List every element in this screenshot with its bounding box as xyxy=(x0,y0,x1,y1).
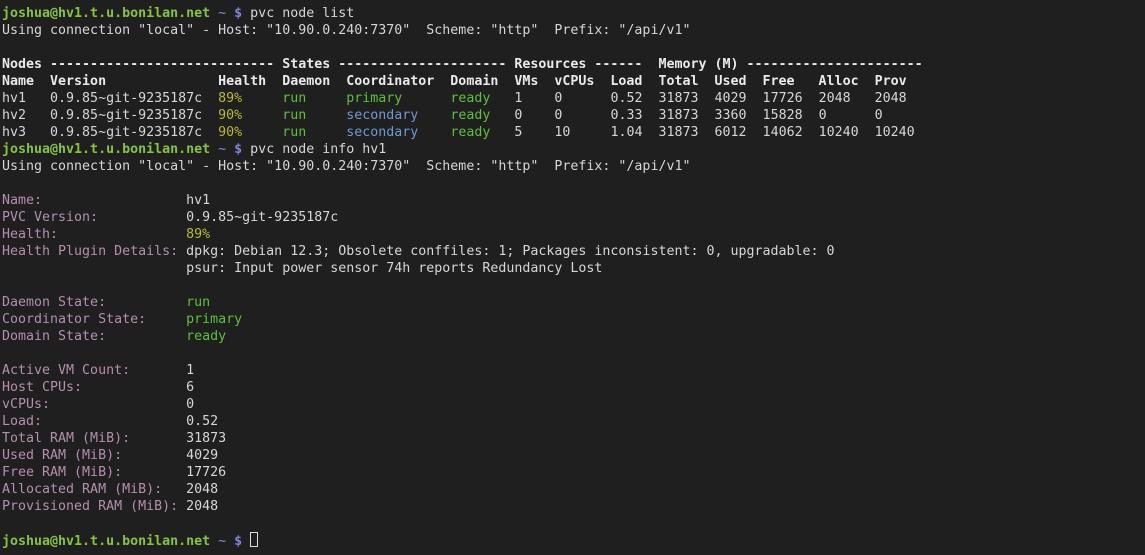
daemon-state: run xyxy=(242,108,306,123)
info-value: 1 xyxy=(186,363,194,378)
connection-status-line: Using connection "local" - Host: "10.90.… xyxy=(2,23,690,38)
coordinator-state: secondary xyxy=(306,125,418,140)
health-value: 89% xyxy=(218,91,242,106)
prompt-cwd: ~ xyxy=(210,142,226,157)
node-name-version: hv3 0.9.85~git-9235187c xyxy=(2,125,218,140)
info-value: 6 xyxy=(186,380,194,395)
info-label: Daemon State: xyxy=(2,295,186,310)
info-label: Coordinator State: xyxy=(2,312,186,327)
info-value-continuation: psur: Input power sensor 74h reports Red… xyxy=(2,261,602,276)
info-value: 2048 xyxy=(186,499,218,514)
prompt-user-host: joshua@hv1.t.u.bonilan.net xyxy=(2,6,210,21)
info-label: Active VM Count: xyxy=(2,363,186,378)
prompt-symbol: $ xyxy=(226,6,242,21)
info-label: Host CPUs: xyxy=(2,380,186,395)
info-value: 89% xyxy=(186,227,210,242)
prompt-cwd: ~ xyxy=(210,6,226,21)
prompt-space xyxy=(242,534,250,549)
table-column-header: Name Version Health Daemon Coordinator D… xyxy=(2,74,907,89)
info-value: 0.52 xyxy=(186,414,218,429)
command-pvc-node-info: pvc node info hv1 xyxy=(242,142,386,157)
info-value: 4029 xyxy=(186,448,218,463)
coordinator-state: primary xyxy=(306,91,402,106)
info-label: Domain State: xyxy=(2,329,186,344)
info-label: PVC Version: xyxy=(2,210,186,225)
command-pvc-node-list: pvc node list xyxy=(242,6,354,21)
info-value: 17726 xyxy=(186,465,226,480)
terminal-output: joshua@hv1.t.u.bonilan.net ~ $ pvc node … xyxy=(0,0,1145,550)
info-value: 0.9.85~git-9235187c xyxy=(186,210,338,225)
table-group-header: Nodes ---------------------------- State… xyxy=(2,57,923,72)
domain-state: ready xyxy=(418,108,490,123)
coordinator-state: secondary xyxy=(306,108,418,123)
prompt-user-host: joshua@hv1.t.u.bonilan.net xyxy=(2,534,210,549)
resource-values: 5 10 1.04 31873 6012 14062 10240 10240 xyxy=(490,125,914,140)
info-value: run xyxy=(186,295,210,310)
connection-status-line: Using connection "local" - Host: "10.90.… xyxy=(2,159,690,174)
resource-values: 0 0 0.33 31873 3360 15828 0 0 xyxy=(490,108,882,123)
info-value: primary xyxy=(186,312,242,327)
info-label: Provisioned RAM (MiB): xyxy=(2,499,186,514)
info-label: Free RAM (MiB): xyxy=(2,465,186,480)
info-label: Health: xyxy=(2,227,186,242)
node-name-version: hv1 0.9.85~git-9235187c xyxy=(2,91,218,106)
domain-state: ready xyxy=(402,91,490,106)
info-value: ready xyxy=(186,329,226,344)
info-value: 31873 xyxy=(186,431,226,446)
terminal-cursor xyxy=(250,532,258,547)
daemon-state: run xyxy=(242,125,306,140)
info-value: 2048 xyxy=(186,482,218,497)
info-value: 0 xyxy=(186,397,194,412)
info-label: Used RAM (MiB): xyxy=(2,448,186,463)
terminal-window[interactable]: joshua@hv1.t.u.bonilan.net ~ $ pvc node … xyxy=(0,0,1145,555)
info-label: Total RAM (MiB): xyxy=(2,431,186,446)
info-label: Load: xyxy=(2,414,186,429)
info-value: hv1 xyxy=(186,193,210,208)
info-label: Allocated RAM (MiB): xyxy=(2,482,186,497)
resource-values: 1 0 0.52 31873 4029 17726 2048 2048 xyxy=(490,91,906,106)
prompt-cwd: ~ xyxy=(210,534,226,549)
info-value: dpkg: Debian 12.3; Obsolete conffiles: 1… xyxy=(186,244,834,259)
node-name-version: hv2 0.9.85~git-9235187c xyxy=(2,108,218,123)
info-label: Health Plugin Details: xyxy=(2,244,186,259)
prompt-symbol: $ xyxy=(226,142,242,157)
domain-state: ready xyxy=(418,125,490,140)
health-value: 90% xyxy=(218,125,242,140)
health-value: 90% xyxy=(218,108,242,123)
prompt-user-host: joshua@hv1.t.u.bonilan.net xyxy=(2,142,210,157)
daemon-state: run xyxy=(242,91,306,106)
info-label: vCPUs: xyxy=(2,397,186,412)
info-label: Name: xyxy=(2,193,186,208)
prompt-symbol: $ xyxy=(226,534,242,549)
